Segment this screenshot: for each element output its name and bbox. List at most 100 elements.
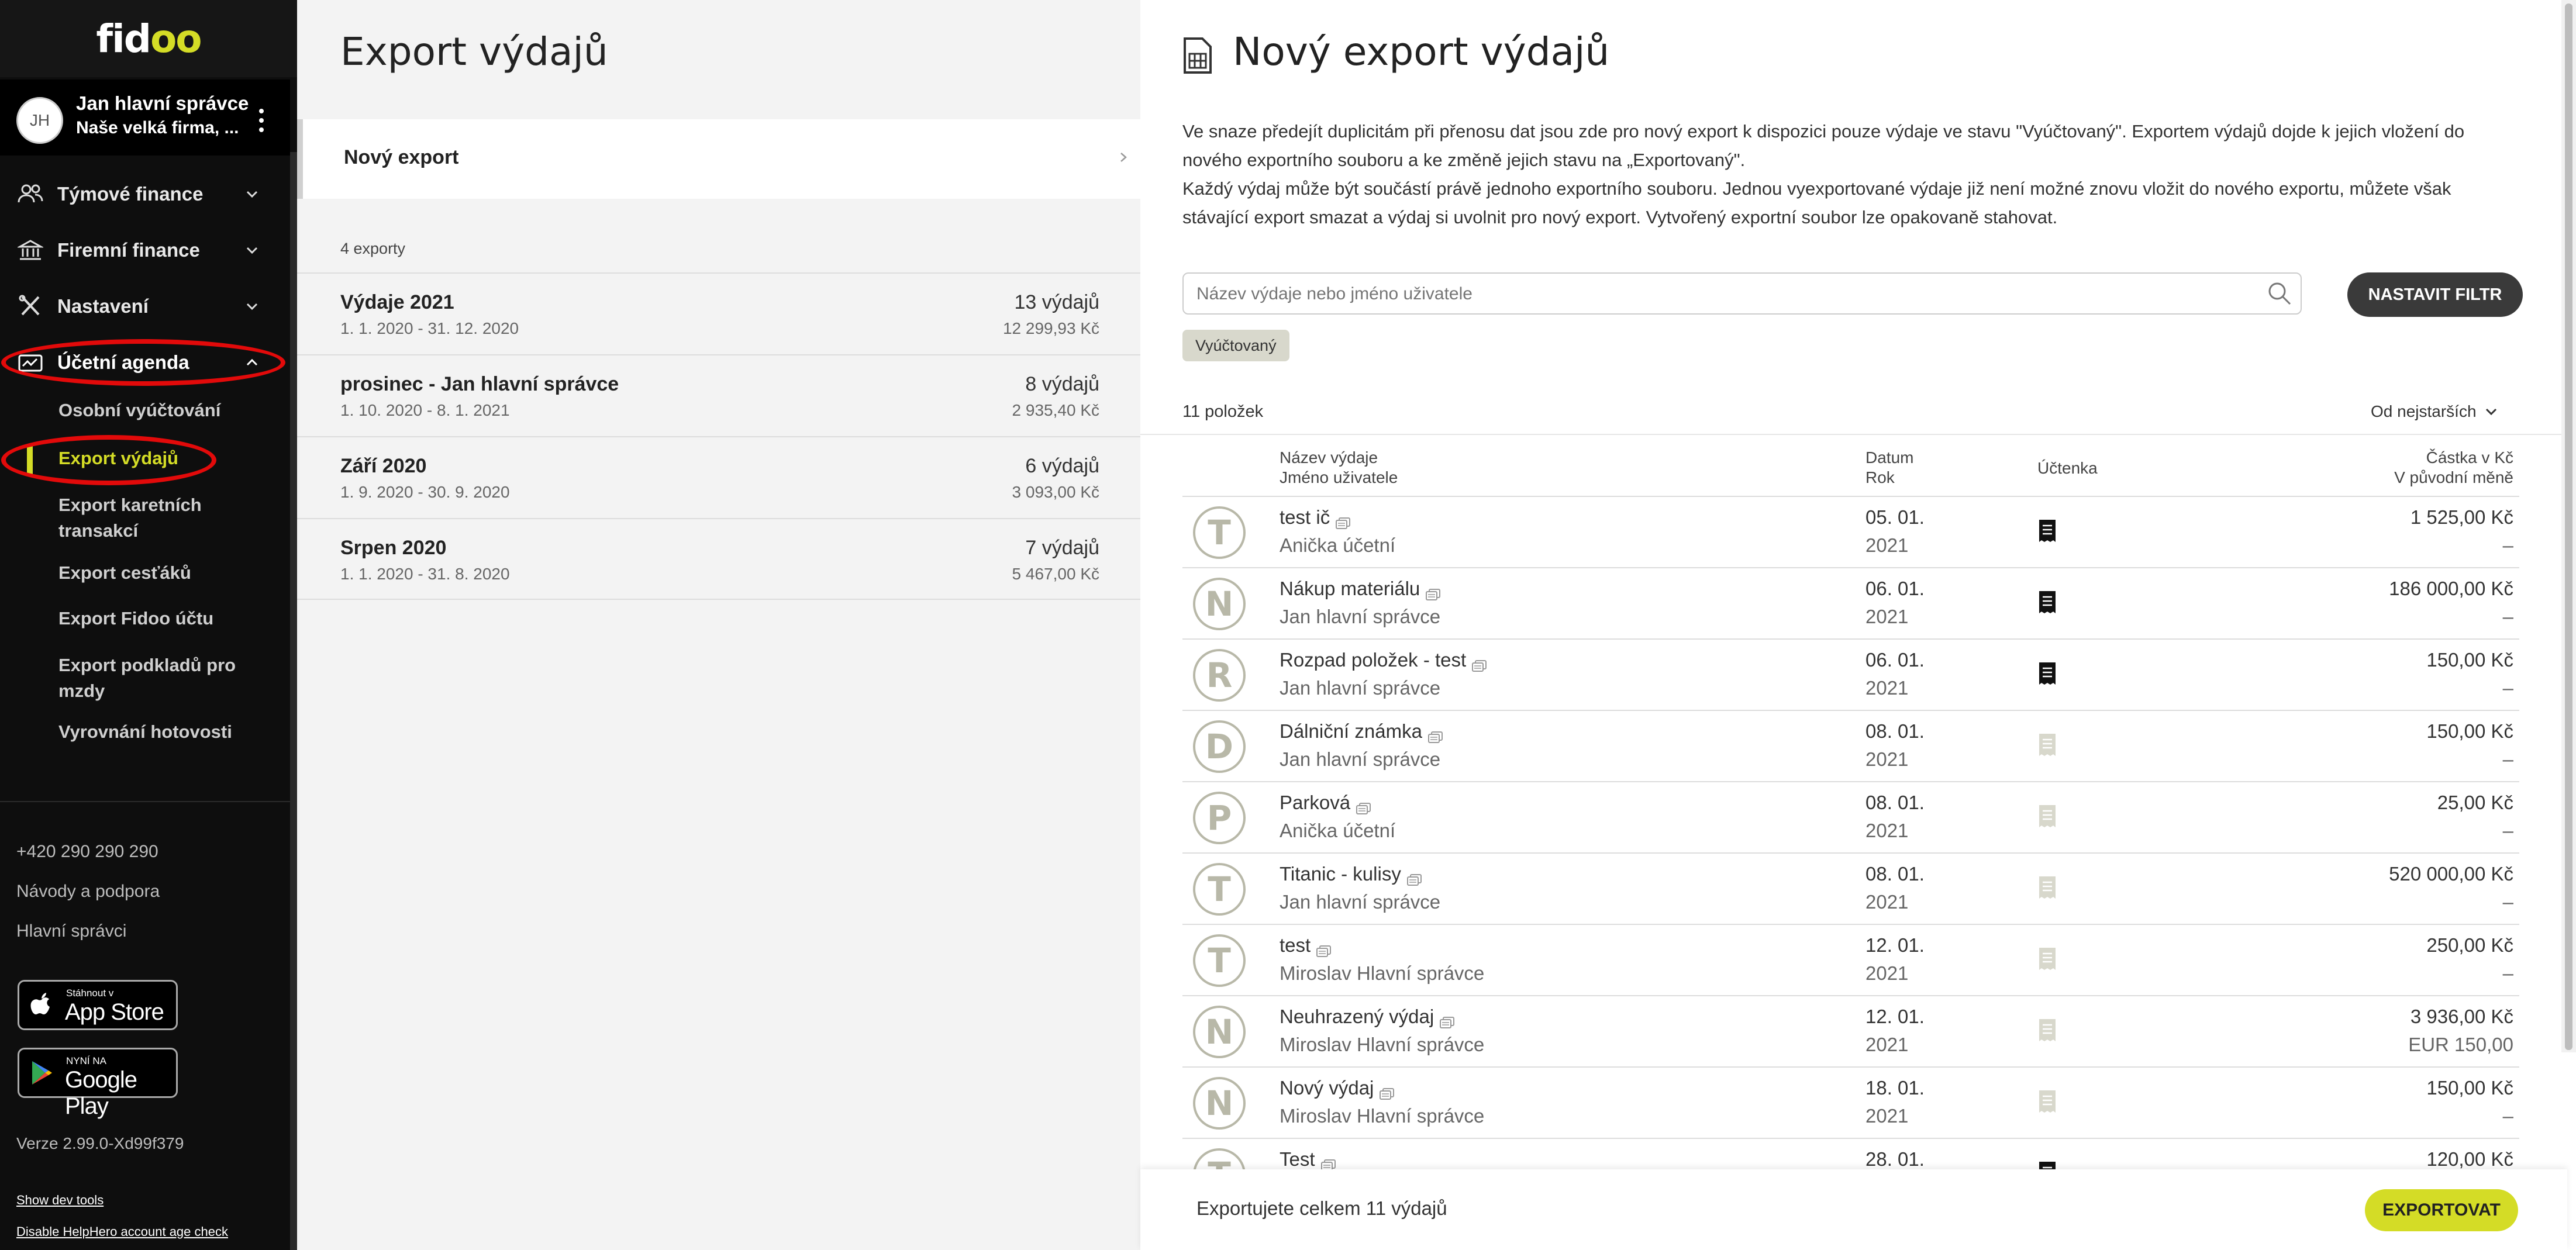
expense-date: 08. 01. — [1865, 792, 1925, 813]
export-dates: 1. 1. 2020 - 31. 8. 2020 — [340, 565, 510, 583]
search-icon[interactable] — [2267, 281, 2292, 306]
expense-original-amount: – — [2502, 677, 2513, 699]
expense-date: 28. 01. — [1865, 1148, 1925, 1170]
col-amount-label: Částka v Kč — [2426, 448, 2513, 467]
copy-icon — [1378, 1083, 1396, 1100]
set-filter-button[interactable]: NASTAVIT FILTR — [2347, 272, 2523, 317]
expense-user: Anička účetní — [1280, 820, 1396, 841]
expense-avatar: T — [1193, 506, 1246, 559]
receipt-icon — [2037, 875, 2057, 900]
tools-icon — [19, 295, 40, 316]
expense-year: 2021 — [1865, 962, 1909, 984]
nav-sub-card-export[interactable]: Export karetních transakcí — [58, 492, 269, 544]
expense-date: 06. 01. — [1865, 578, 1925, 599]
search-input[interactable] — [1196, 282, 2237, 306]
nav-group-settings[interactable]: Nastavení — [0, 283, 290, 330]
user-name: Jan hlavní správce — [76, 92, 249, 114]
nav-sub-payroll-export[interactable]: Export podkladů pro mzdy — [58, 652, 269, 704]
table-row[interactable]: N Nákup materiálu Jan hlavní správce 06. 01… — [1182, 567, 2519, 638]
table-row[interactable]: Ttest ič Anička účetní 05. 01. 2021 1 525,00… — [1182, 496, 2519, 567]
panel-scrollbar[interactable] — [2561, 0, 2576, 1052]
export-name: prosinec - Jan hlavní správce — [340, 373, 619, 395]
expense-year: 2021 — [1865, 677, 1909, 699]
expense-name: Titanic - kulisy — [1280, 863, 1401, 885]
export-count-items: 13 výdajů — [1014, 291, 1099, 313]
user-panel[interactable]: JH Jan hlavní správce Naše velká firma, … — [0, 80, 290, 156]
table-row[interactable]: N Nový výdaj Miroslav Hlavní správce 18. 01… — [1182, 1066, 2519, 1138]
nav-sub-personal-settlement[interactable]: Osobní vyúčtování — [58, 398, 269, 423]
expense-name-cell: Dálniční známka — [1280, 720, 1444, 744]
expense-avatar: R — [1193, 649, 1246, 702]
table-row[interactable]: T Titanic - kulisy Jan hlavní správce 08. 0… — [1182, 852, 2519, 924]
receipt-icon[interactable] — [2037, 661, 2057, 686]
export-row[interactable]: Září 2020 1. 9. 2020 - 30. 9. 2020 6 výd… — [297, 436, 1140, 518]
nav-group-company-finance[interactable]: Firemní finance — [0, 227, 290, 274]
expense-amount: 250,00 Kč — [2426, 934, 2513, 956]
app-store-badge[interactable]: Stáhnout v App Store — [18, 980, 178, 1030]
help-link[interactable]: Návody a podpora — [16, 882, 160, 902]
sidebar-scrollbar[interactable] — [290, 152, 297, 1250]
info-paragraph: Ve snaze předejít duplicitám při přenosu… — [1182, 121, 2465, 170]
sort-dropdown[interactable]: Od nejstarších — [2371, 402, 2498, 421]
helphero-link[interactable]: Disable HelpHero account age check — [16, 1224, 228, 1239]
fidoo-logo[interactable]: fid oo — [0, 0, 297, 77]
dev-tools-link[interactable]: Show dev tools — [16, 1193, 104, 1208]
highlight-ellipse — [1, 339, 285, 386]
expense-user: Jan hlavní správce — [1280, 606, 1441, 627]
nav-sub-travel-export[interactable]: Export cesťáků — [58, 560, 269, 586]
export-row[interactable]: Výdaje 2021 1. 1. 2020 - 31. 12. 2020 13… — [297, 272, 1140, 354]
export-row[interactable]: Srpen 2020 1. 1. 2020 - 31. 8. 2020 7 vý… — [297, 518, 1140, 600]
col-original-label: V původní měně — [2394, 468, 2513, 486]
receipt-icon[interactable] — [2037, 589, 2057, 615]
table-row[interactable]: P Parková Anička účetní 08. 01. 2021 25,00 Kč… — [1182, 781, 2519, 852]
col-user-label: Jméno uživatele — [1280, 468, 1398, 486]
copy-icon — [1471, 655, 1488, 672]
col-header-receipt: Účtenka — [2037, 459, 2098, 477]
nav-sub-fidoo-account-export[interactable]: Export Fidoo účtu — [58, 606, 269, 631]
export-dates: 1. 10. 2020 - 8. 1. 2021 — [340, 401, 510, 419]
table-row[interactable]: TTest28. 01.120,00 Kč — [1182, 1138, 2519, 1174]
export-count: 4 exporty — [340, 240, 406, 257]
export-count-items: 6 výdajů — [1025, 455, 1099, 477]
expense-original-amount: – — [2502, 1105, 2513, 1127]
new-export-button[interactable]: Nový export — [297, 119, 1140, 199]
status-filter-chip[interactable]: Vyúčtovaný — [1182, 330, 1289, 361]
table-row[interactable]: Ttest Miroslav Hlavní správce 12. 01. 2021 2… — [1182, 924, 2519, 995]
col-date-label: Datum — [1865, 448, 1914, 467]
expense-name: Nový výdaj — [1280, 1077, 1374, 1099]
expense-user: Anička účetní — [1280, 534, 1396, 556]
expense-amount: 1 525,00 Kč — [2410, 506, 2513, 528]
more-vertical-icon[interactable] — [257, 109, 265, 132]
support-phone[interactable]: +420 290 290 290 — [16, 842, 158, 862]
expense-amount: 120,00 Kč — [2426, 1148, 2513, 1170]
copy-icon — [1406, 869, 1423, 886]
receipt-icon[interactable] — [2037, 518, 2057, 544]
export-name: Září 2020 — [340, 455, 427, 477]
expense-table: Ttest ič Anička účetní 05. 01. 2021 1 525,00… — [1182, 496, 2519, 1174]
chevron-down-icon — [246, 247, 258, 254]
copy-icon — [1320, 1154, 1337, 1172]
sidebar: fid oo JH Jan hlavní správce Naše velká f… — [0, 0, 297, 1250]
export-button[interactable]: EXPORTOVAT — [2365, 1189, 2518, 1231]
new-export-panel: Nový export výdajů Ve snaze předejít dup… — [1140, 0, 2576, 1250]
divider — [0, 801, 290, 802]
search-box[interactable] — [1182, 272, 2302, 315]
admins-link[interactable]: Hlavní správci — [16, 921, 126, 941]
export-count-items: 8 výdajů — [1025, 373, 1099, 395]
nav-group-team-finance[interactable]: Týmové finance — [0, 171, 290, 217]
export-row[interactable]: prosinec - Jan hlavní správce 1. 10. 202… — [297, 354, 1140, 436]
expense-name: Rozpad položek - test — [1280, 649, 1467, 671]
expense-year: 2021 — [1865, 1034, 1909, 1055]
expense-avatar: N — [1193, 1006, 1246, 1058]
table-row[interactable]: R Rozpad položek - test Jan hlavní správce… — [1182, 638, 2519, 710]
nav-sub-cash-settlement[interactable]: Vyrovnání hotovosti — [58, 719, 269, 745]
expense-original-amount: – — [2502, 606, 2513, 627]
export-name: Srpen 2020 — [340, 537, 447, 559]
export-dates: 1. 1. 2020 - 31. 12. 2020 — [340, 319, 519, 337]
receipt-icon — [2037, 1017, 2057, 1043]
google-play-badge[interactable]: NYNÍ NA Google Play — [18, 1048, 178, 1119]
receipt-icon — [2037, 1089, 2057, 1114]
table-row[interactable]: D Dálniční známka Jan hlavní správce 08. 01… — [1182, 710, 2519, 781]
expense-original-amount: – — [2502, 891, 2513, 913]
table-row[interactable]: N Neuhrazený výdaj Miroslav Hlavní správce… — [1182, 995, 2519, 1066]
